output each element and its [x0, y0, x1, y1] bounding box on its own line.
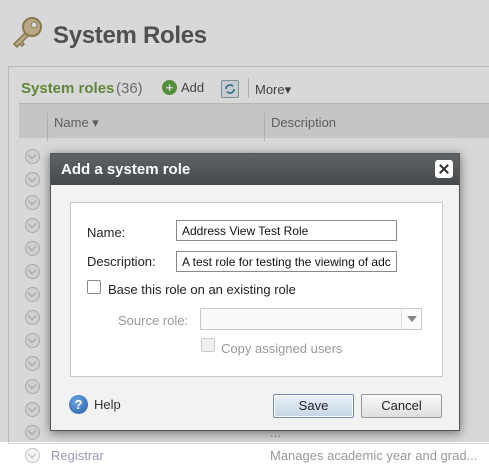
- system-roles-page: System Roles System roles (36) + Add Mor…: [0, 0, 489, 463]
- help-label: Help: [94, 397, 121, 412]
- description-label: Description:: [87, 254, 156, 269]
- help-icon: ?: [69, 395, 88, 414]
- expand-row-icon[interactable]: [25, 448, 40, 463]
- name-label: Name:: [87, 225, 126, 240]
- chevron-down-icon: [401, 309, 421, 329]
- copy-users-checkbox[interactable]: [201, 338, 215, 352]
- dialog-form: Name: Address View Test Role Description…: [70, 202, 443, 377]
- name-input[interactable]: Address View Test Role: [176, 220, 397, 241]
- close-icon[interactable]: [435, 160, 453, 178]
- source-role-select[interactable]: [200, 308, 422, 330]
- source-role-label: Source role:: [118, 313, 189, 328]
- save-button[interactable]: Save: [273, 394, 354, 418]
- row-name: Registrar: [51, 448, 104, 463]
- help-link[interactable]: ? Help: [69, 395, 121, 414]
- add-system-role-dialog: Add a system role Name: Address View Tes…: [50, 153, 460, 431]
- base-role-label[interactable]: Base this role on an existing role: [108, 282, 296, 297]
- row-description: Manages academic year and grad...: [270, 448, 478, 463]
- base-role-checkbox[interactable]: [87, 280, 101, 294]
- dialog-header: Add a system role: [51, 154, 459, 185]
- description-input[interactable]: A test role for testing the viewing of a…: [176, 251, 397, 272]
- copy-users-label: Copy assigned users: [221, 341, 343, 356]
- dialog-title: Add a system role: [61, 161, 191, 178]
- cancel-button[interactable]: Cancel: [361, 394, 442, 418]
- table-row[interactable]: Registrar Manages academic year and grad.…: [19, 445, 489, 467]
